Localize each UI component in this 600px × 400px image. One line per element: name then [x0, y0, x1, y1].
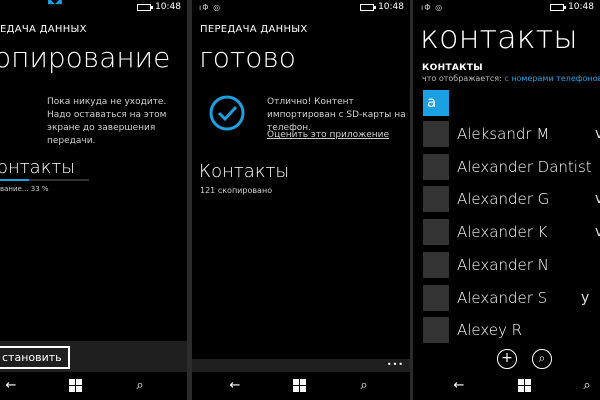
- contact-row[interactable]: Alexander G v: [423, 186, 600, 214]
- search-icon[interactable]: ⌕: [356, 378, 372, 394]
- status-bar: ıΦ ◎ 10:48: [413, 0, 600, 16]
- page-title: готово: [199, 41, 296, 74]
- contact-row[interactable]: Alexander Dantist: [423, 153, 600, 182]
- windows-logo-icon[interactable]: [517, 378, 533, 394]
- phone-screen-contacts: ıΦ ◎ 10:48 контакты КОНТАКТЫ что отображ…: [413, 0, 600, 400]
- add-icon[interactable]: +: [497, 349, 517, 369]
- status-bar: ıΦ ◎ 10:48: [192, 0, 410, 16]
- letter-label: a: [427, 93, 437, 111]
- filter-label: что отображается:: [422, 74, 502, 83]
- copied-count: 121 скопировано: [200, 186, 273, 195]
- contact-name: Alexander G: [457, 190, 550, 209]
- page-title: опирование: [0, 41, 171, 74]
- contact-name: Alexander Dantist: [457, 157, 592, 176]
- search-icon[interactable]: ⌕: [132, 378, 148, 394]
- checkmark-circle-icon: [209, 95, 245, 131]
- contact-name: Alexander N: [457, 255, 549, 274]
- phone-screen-copying: ◣◢ 10:48 ЕДАЧА ДАННЫХ опирование Пока ни…: [0, 0, 187, 400]
- contact-avatar: [423, 219, 449, 246]
- battery-icon: [360, 4, 376, 11]
- windows-logo-icon[interactable]: [292, 378, 308, 394]
- contact-secondary-text: v: [595, 224, 600, 241]
- section-title: Контакты: [199, 161, 290, 182]
- instruction-text: Пока никуда не уходите. Надо оставаться …: [47, 97, 167, 146]
- contact-avatar: [423, 317, 449, 344]
- contact-name: Alexander K: [457, 223, 548, 242]
- signal-icons: ıΦ ◎: [199, 3, 222, 12]
- stop-button[interactable]: становить: [0, 346, 70, 369]
- contact-name: Alexey R: [457, 321, 523, 340]
- clock: 10:48: [568, 2, 594, 12]
- navigation-bar: ← ⌕: [413, 372, 600, 400]
- contact-avatar: [423, 121, 449, 147]
- battery-icon: [137, 4, 153, 11]
- filter-line: что отображается: с номерами телефонов: [422, 74, 600, 83]
- contact-avatar: [423, 153, 449, 180]
- contact-row[interactable]: Alexander S y: [423, 284, 600, 313]
- search-icon[interactable]: ⌕: [532, 349, 552, 369]
- contact-avatar: [423, 284, 449, 311]
- progress-text: вание... 33 %: [0, 185, 49, 193]
- page-title: контакты: [420, 18, 578, 56]
- contact-secondary-text: v: [595, 126, 600, 142]
- app-header: ПЕРЕДАЧА ДАННЫХ: [200, 24, 308, 35]
- pivot-header: КОНТАКТЫ: [422, 63, 483, 73]
- contact-avatar: [423, 251, 449, 278]
- section-title: онтакты: [0, 157, 76, 178]
- contact-name: Alexander S: [457, 288, 548, 307]
- clock: 10:48: [155, 2, 181, 12]
- back-arrow-icon[interactable]: ←: [3, 378, 19, 394]
- app-header: ЕДАЧА ДАННЫХ: [0, 24, 87, 35]
- partial-accent-glyph: ◣◢: [48, 0, 62, 6]
- navigation-bar: ← ⌕: [0, 372, 187, 400]
- signal-icons: ıΦ ◎: [421, 3, 444, 12]
- filter-value-link[interactable]: с номерами телефонов: [504, 74, 600, 83]
- contact-name: Aleksandr M: [457, 125, 550, 143]
- back-arrow-icon[interactable]: ←: [451, 378, 467, 394]
- contact-avatar: [423, 186, 449, 213]
- stop-button-label: становить: [2, 351, 62, 364]
- contact-row[interactable]: Aleksandr M v: [423, 121, 600, 149]
- more-options-button[interactable]: •••: [387, 360, 404, 369]
- progress-fill: [0, 179, 30, 181]
- contact-secondary-text: v: [595, 191, 600, 208]
- phone-screen-done: ıΦ ◎ 10:48 ПЕРЕДАЧА ДАННЫХ готово Отличн…: [192, 0, 410, 400]
- navigation-bar: ← ⌕: [192, 372, 410, 400]
- status-bar: ◣◢ 10:48: [0, 0, 187, 16]
- search-icon[interactable]: ⌕: [579, 378, 595, 394]
- battery-icon: [550, 4, 566, 11]
- contact-row[interactable]: Alexey R: [423, 317, 600, 345]
- clock: 10:48: [378, 2, 404, 12]
- contact-row[interactable]: Alexander K v: [423, 219, 600, 247]
- progress-bar: [0, 179, 89, 181]
- windows-logo-icon[interactable]: [68, 378, 84, 394]
- back-arrow-icon[interactable]: ←: [227, 378, 243, 394]
- letter-group-tile[interactable]: a: [423, 90, 449, 116]
- contact-row[interactable]: Alexander N: [423, 251, 600, 280]
- contact-secondary-text: y: [581, 289, 590, 306]
- rate-app-link[interactable]: Оценить это приложение: [267, 129, 389, 142]
